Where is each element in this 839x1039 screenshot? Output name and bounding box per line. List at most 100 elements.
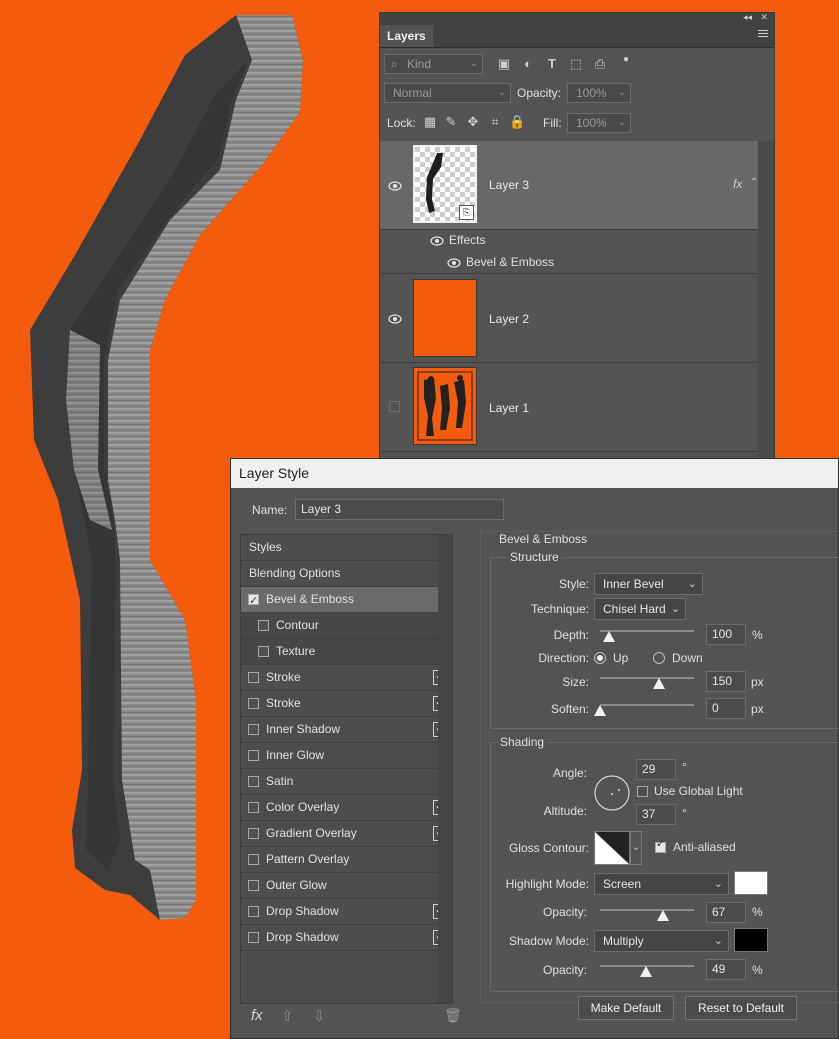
lock-position-icon[interactable]: ✥ [465,115,481,129]
highlight-opacity-input[interactable]: 67 [706,902,746,923]
size-slider[interactable] [600,677,694,679]
layer-row-layer-3[interactable]: ⎘ Layer 3 fx ⌃ [380,141,760,230]
anti-aliased-label[interactable]: Anti-aliased [673,840,736,854]
highlight-mode-select[interactable]: Screen ⌄ [594,873,729,895]
bevel-style-select[interactable]: Inner Bevel ⌄ [594,573,703,595]
trash-icon[interactable]: 🗑 [444,1007,462,1024]
filter-adjustment-icon[interactable]: ◐ [520,57,536,71]
shadow-opacity-input[interactable]: 49 [706,959,746,980]
altitude-input[interactable]: 37 [636,804,676,825]
satin-checkbox[interactable] [248,776,259,787]
chevron-down-icon[interactable]: ⌄ [630,831,642,865]
stroke-checkbox[interactable] [248,672,259,683]
visibility-toggle-empty[interactable] [389,401,400,412]
color-overlay-checkbox[interactable] [248,802,259,813]
layer-name[interactable]: Layer 2 [489,312,529,326]
style-item-drop-shadow[interactable]: Drop Shadow + [241,899,452,925]
fx-menu-icon[interactable]: fx [251,1007,263,1024]
style-item-color-overlay[interactable]: Color Overlay + [241,795,452,821]
outer-glow-checkbox[interactable] [248,880,259,891]
depth-slider-thumb[interactable] [603,631,616,642]
make-default-button[interactable]: Make Default [578,996,674,1020]
highlight-opacity-thumb[interactable] [656,910,669,921]
style-item-outer-glow[interactable]: Outer Glow [241,873,452,899]
style-item-inner-shadow[interactable]: Inner Shadow + [241,717,452,743]
styles-header[interactable]: Styles [241,535,452,561]
direction-up-radio[interactable] [594,652,606,664]
filter-kind-select[interactable]: ⌕ Kind ⌄ [384,54,483,74]
style-item-bevel-emboss[interactable]: Bevel & Emboss [241,587,452,614]
reset-to-default-button[interactable]: Reset to Default [685,996,797,1020]
tab-layers[interactable]: Layers [380,25,433,47]
filter-pixel-icon[interactable]: ▣ [496,57,512,71]
angle-dial[interactable] [593,774,631,812]
layer-row-layer-2[interactable]: Layer 2 [380,274,760,363]
layer-row-layer-1[interactable]: Layer 1 [380,363,760,452]
filter-toggle-icon[interactable]: ● [618,53,634,67]
bevel-checkbox[interactable] [248,589,259,614]
opacity-input[interactable]: 100% ⌄ [567,83,631,103]
technique-select[interactable]: Chisel Hard ⌄ [594,598,686,620]
close-icon[interactable]: ✕ [760,13,768,23]
layers-scrollbar[interactable] [758,141,774,471]
effect-eye-icon[interactable] [447,258,461,268]
anti-aliased-checkbox[interactable] [655,837,666,853]
size-slider-thumb[interactable] [653,678,666,689]
highlight-color-swatch[interactable] [734,871,768,895]
highlight-opacity-slider[interactable] [600,909,694,911]
direction-up-label[interactable]: Up [613,651,628,665]
use-global-light-checkbox[interactable] [637,786,648,797]
panel-menu-icon[interactable] [758,30,768,39]
layer-name[interactable]: Layer 3 [489,178,529,192]
style-item-inner-glow[interactable]: Inner Glow [241,743,452,769]
size-input[interactable]: 150 [706,671,746,692]
style-item-gradient-overlay[interactable]: Gradient Overlay + [241,821,452,847]
lock-transparent-icon[interactable]: ▦ [422,115,438,129]
inner-shadow-checkbox[interactable] [248,724,259,735]
styles-scrollbar[interactable] [438,535,452,1003]
lock-all-icon[interactable]: 🔒 [509,115,525,129]
soften-input[interactable]: 0 [706,698,746,719]
stroke-checkbox[interactable] [248,698,259,709]
lock-artboard-icon[interactable]: ⌗ [487,115,503,129]
move-up-icon[interactable]: ⇧ [281,1007,294,1025]
pattern-overlay-checkbox[interactable] [248,854,259,865]
drop-shadow-checkbox[interactable] [248,932,259,943]
filter-type-icon[interactable]: T [544,57,560,71]
style-item-contour[interactable]: Contour [241,613,452,639]
effect-bevel-row[interactable]: Bevel & Emboss [380,252,760,274]
layer-name[interactable]: Layer 1 [489,401,529,415]
contour-checkbox[interactable] [258,620,269,631]
shadow-color-swatch[interactable] [734,928,768,952]
use-global-light-label[interactable]: Use Global Light [654,784,743,798]
inner-glow-checkbox[interactable] [248,750,259,761]
angle-input[interactable]: 29 [636,759,676,780]
style-item-stroke[interactable]: Stroke + [241,665,452,691]
direction-down-radio[interactable] [653,652,665,664]
texture-checkbox[interactable] [258,646,269,657]
filter-shape-icon[interactable]: ⬚ [568,57,584,71]
collapse-icon[interactable]: ◂◂ [743,13,752,23]
shadow-mode-select[interactable]: Multiply ⌄ [594,930,729,952]
visibility-eye-icon[interactable] [388,314,402,324]
gradient-overlay-checkbox[interactable] [248,828,259,839]
style-item-satin[interactable]: Satin [241,769,452,795]
fill-input[interactable]: 100% ⌄ [567,113,631,133]
shadow-opacity-thumb[interactable] [640,966,653,977]
style-item-pattern-overlay[interactable]: Pattern Overlay [241,847,452,873]
fx-icon[interactable]: fx [733,177,742,191]
soften-slider[interactable] [600,704,694,706]
move-down-icon[interactable]: ⇩ [313,1007,326,1025]
soften-slider-thumb[interactable] [594,705,606,716]
layer-name-input[interactable]: Layer 3 [295,499,504,520]
style-item-texture[interactable]: Texture [241,639,452,665]
effects-eye-icon[interactable] [430,236,444,246]
filter-smartobject-icon[interactable]: ⎙ [592,57,608,71]
effects-row[interactable]: Effects [380,230,760,252]
drop-shadow-checkbox[interactable] [248,906,259,917]
blending-options-item[interactable]: Blending Options [241,561,452,587]
depth-input[interactable]: 100 [706,624,746,645]
lock-paint-icon[interactable]: ✎ [443,115,459,129]
blend-mode-select[interactable]: Normal ⌄ [384,83,511,103]
direction-down-label[interactable]: Down [672,651,703,665]
